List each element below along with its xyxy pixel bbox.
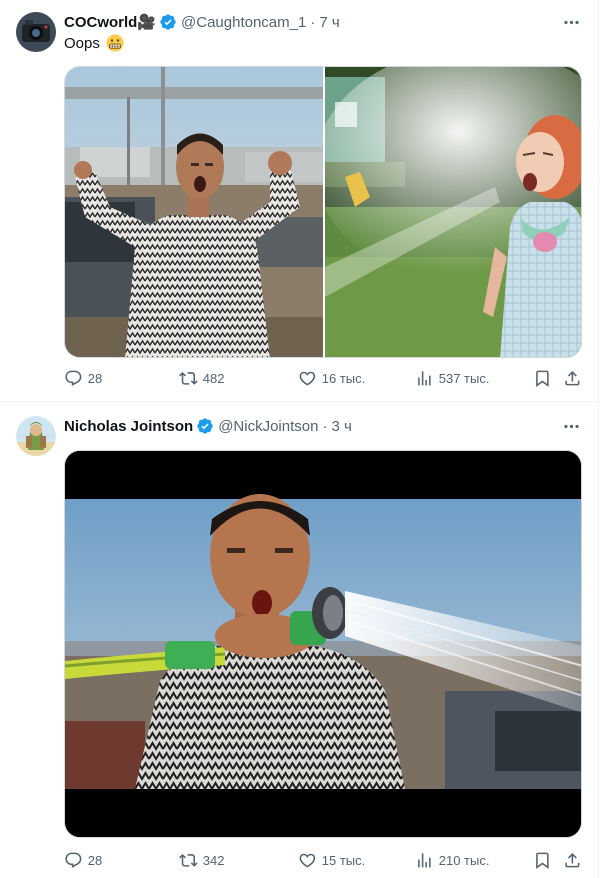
bookmark-icon — [536, 852, 549, 869]
tweet-text-content: Oops — [64, 34, 100, 52]
views-count: 210 тыс. — [438, 852, 490, 868]
avatar[interactable] — [16, 12, 56, 52]
author-name[interactable]: Nicholas Jointson — [64, 418, 193, 435]
action-bar: 28 482 16 тыс. 537 тыс. — [64, 368, 584, 388]
views-icon — [418, 852, 431, 868]
like-icon — [299, 853, 316, 868]
media-video[interactable] — [64, 450, 582, 838]
more-icon[interactable] — [559, 414, 583, 438]
like-icon — [299, 371, 316, 386]
share-button[interactable] — [563, 368, 582, 388]
like-button[interactable]: 16 тыс. — [298, 368, 365, 388]
retweet-button[interactable]: 342 — [179, 850, 224, 870]
media-grid[interactable] — [64, 66, 582, 358]
camera-emoji: 🎥 — [137, 14, 157, 31]
verified-badge-icon — [197, 418, 213, 434]
verified-badge-icon — [160, 14, 176, 30]
retweet-icon — [179, 853, 198, 867]
reply-button[interactable]: 28 — [64, 368, 102, 388]
share-icon — [565, 370, 580, 386]
photo-man-shouting[interactable] — [65, 67, 323, 358]
views-button[interactable]: 210 тыс. — [415, 850, 489, 870]
tweet-header: Nicholas Jointson @NickJointson · 3 ч — [64, 416, 583, 436]
photo-man-with-hose[interactable] — [65, 451, 582, 838]
timestamp[interactable]: 3 ч — [331, 418, 351, 435]
separator-dot: · — [322, 417, 328, 435]
bookmark-icon — [536, 370, 549, 387]
tweet[interactable]: Nicholas Jointson @NickJointson · 3 ч 28… — [0, 402, 599, 878]
tweet[interactable]: COCworld 🎥 @Caughtoncam_1 · 7 ч Oops 28 … — [0, 0, 599, 402]
reply-count: 28 — [87, 370, 103, 386]
bookmark-button[interactable] — [533, 850, 552, 870]
photo-girl-sprayed[interactable] — [325, 67, 582, 358]
bookmark-button[interactable] — [533, 368, 552, 388]
reply-count: 28 — [87, 852, 103, 868]
timeline-feed: COCworld 🎥 @Caughtoncam_1 · 7 ч Oops 28 … — [0, 0, 599, 878]
like-button[interactable]: 15 тыс. — [298, 850, 365, 870]
reply-icon — [65, 852, 82, 868]
author-name[interactable]: COCworld — [64, 14, 137, 31]
like-count: 16 тыс. — [321, 370, 366, 386]
grimacing-face-icon — [106, 34, 124, 52]
views-icon — [418, 370, 431, 386]
action-bar: 28 342 15 тыс. 210 тыс. — [64, 850, 584, 870]
retweet-count: 482 — [202, 370, 225, 386]
tweet-text: Oops — [64, 34, 124, 52]
more-icon[interactable] — [559, 10, 583, 34]
views-count: 537 тыс. — [438, 370, 490, 386]
share-icon — [565, 852, 580, 868]
like-count: 15 тыс. — [321, 852, 366, 868]
retweet-count: 342 — [202, 852, 225, 868]
retweet-button[interactable]: 482 — [179, 368, 224, 388]
tweet-header: COCworld 🎥 @Caughtoncam_1 · 7 ч — [64, 12, 583, 32]
share-button[interactable] — [563, 850, 582, 870]
author-handle[interactable]: @Caughtoncam_1 — [181, 14, 306, 31]
views-button[interactable]: 537 тыс. — [415, 368, 489, 388]
avatar[interactable] — [16, 416, 56, 456]
timestamp[interactable]: 7 ч — [319, 14, 339, 31]
author-handle[interactable]: @NickJointson — [218, 418, 318, 435]
reply-icon — [65, 370, 82, 386]
reply-button[interactable]: 28 — [64, 850, 102, 870]
separator-dot: · — [310, 13, 316, 31]
retweet-icon — [179, 371, 198, 385]
